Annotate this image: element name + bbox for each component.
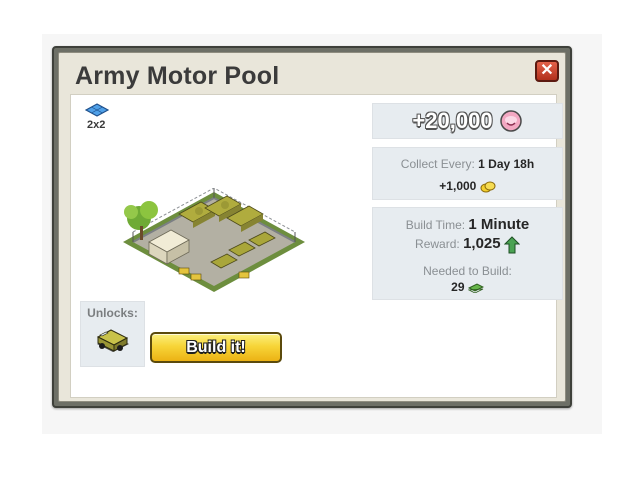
dialog-title: Army Motor Pool [75,62,280,90]
unlocks-label: Unlocks: [87,306,138,320]
close-x-icon: ✕ [540,62,554,79]
needed-value: 29 [451,280,465,294]
collect-yield: +1,000 [439,179,477,193]
price-panel: +20,000 [372,103,563,139]
collect-interval: 1 Day 18h [478,157,535,171]
needed-row: Needed to Build: [373,264,562,278]
dialog-content: 2x2 Unlocks: Build it! +20,000 Collect E… [70,94,563,398]
dialog-body: Army Motor Pool ✕ 2x2 Unlocks: Build it!… [58,52,566,402]
green-cash-icon [467,283,484,293]
reward-label: Reward: [415,237,460,251]
build-info-panel: Build Time: 1 Minute Reward: 1,025 Neede… [372,207,563,300]
close-button[interactable]: ✕ [535,60,559,82]
build-time-row: Build Time: 1 Minute [373,216,562,233]
army-motor-pool-building-image [123,188,305,292]
building-size-label: 2x2 [87,119,106,131]
gold-coins-icon [480,181,496,193]
building-info-dialog: Army Motor Pool ✕ 2x2 Unlocks: Build it!… [52,46,572,408]
army-truck-icon[interactable] [94,324,132,356]
yield-row: +1,000 [373,179,562,193]
reward-row: Reward: 1,025 [373,235,562,254]
blue-tile-icon [85,103,109,117]
build-it-button[interactable]: Build it! [150,332,282,363]
collect-label: Collect Every: [400,157,475,171]
reward-value: 1,025 [463,235,501,252]
needed-value-row: 29 [373,280,562,294]
collect-row: Collect Every: 1 Day 18h [373,157,562,171]
collect-panel: Collect Every: 1 Day 18h +1,000 [372,147,563,200]
pink-reward-icon [499,110,522,132]
xp-icon [503,236,520,254]
price-amount: +20,000 [412,108,493,133]
build-time-label: Build Time: [405,218,466,232]
build-time-value: 1 Minute [468,216,530,233]
needed-label: Needed to Build: [423,264,512,278]
unlocks-box: Unlocks: [80,301,145,367]
